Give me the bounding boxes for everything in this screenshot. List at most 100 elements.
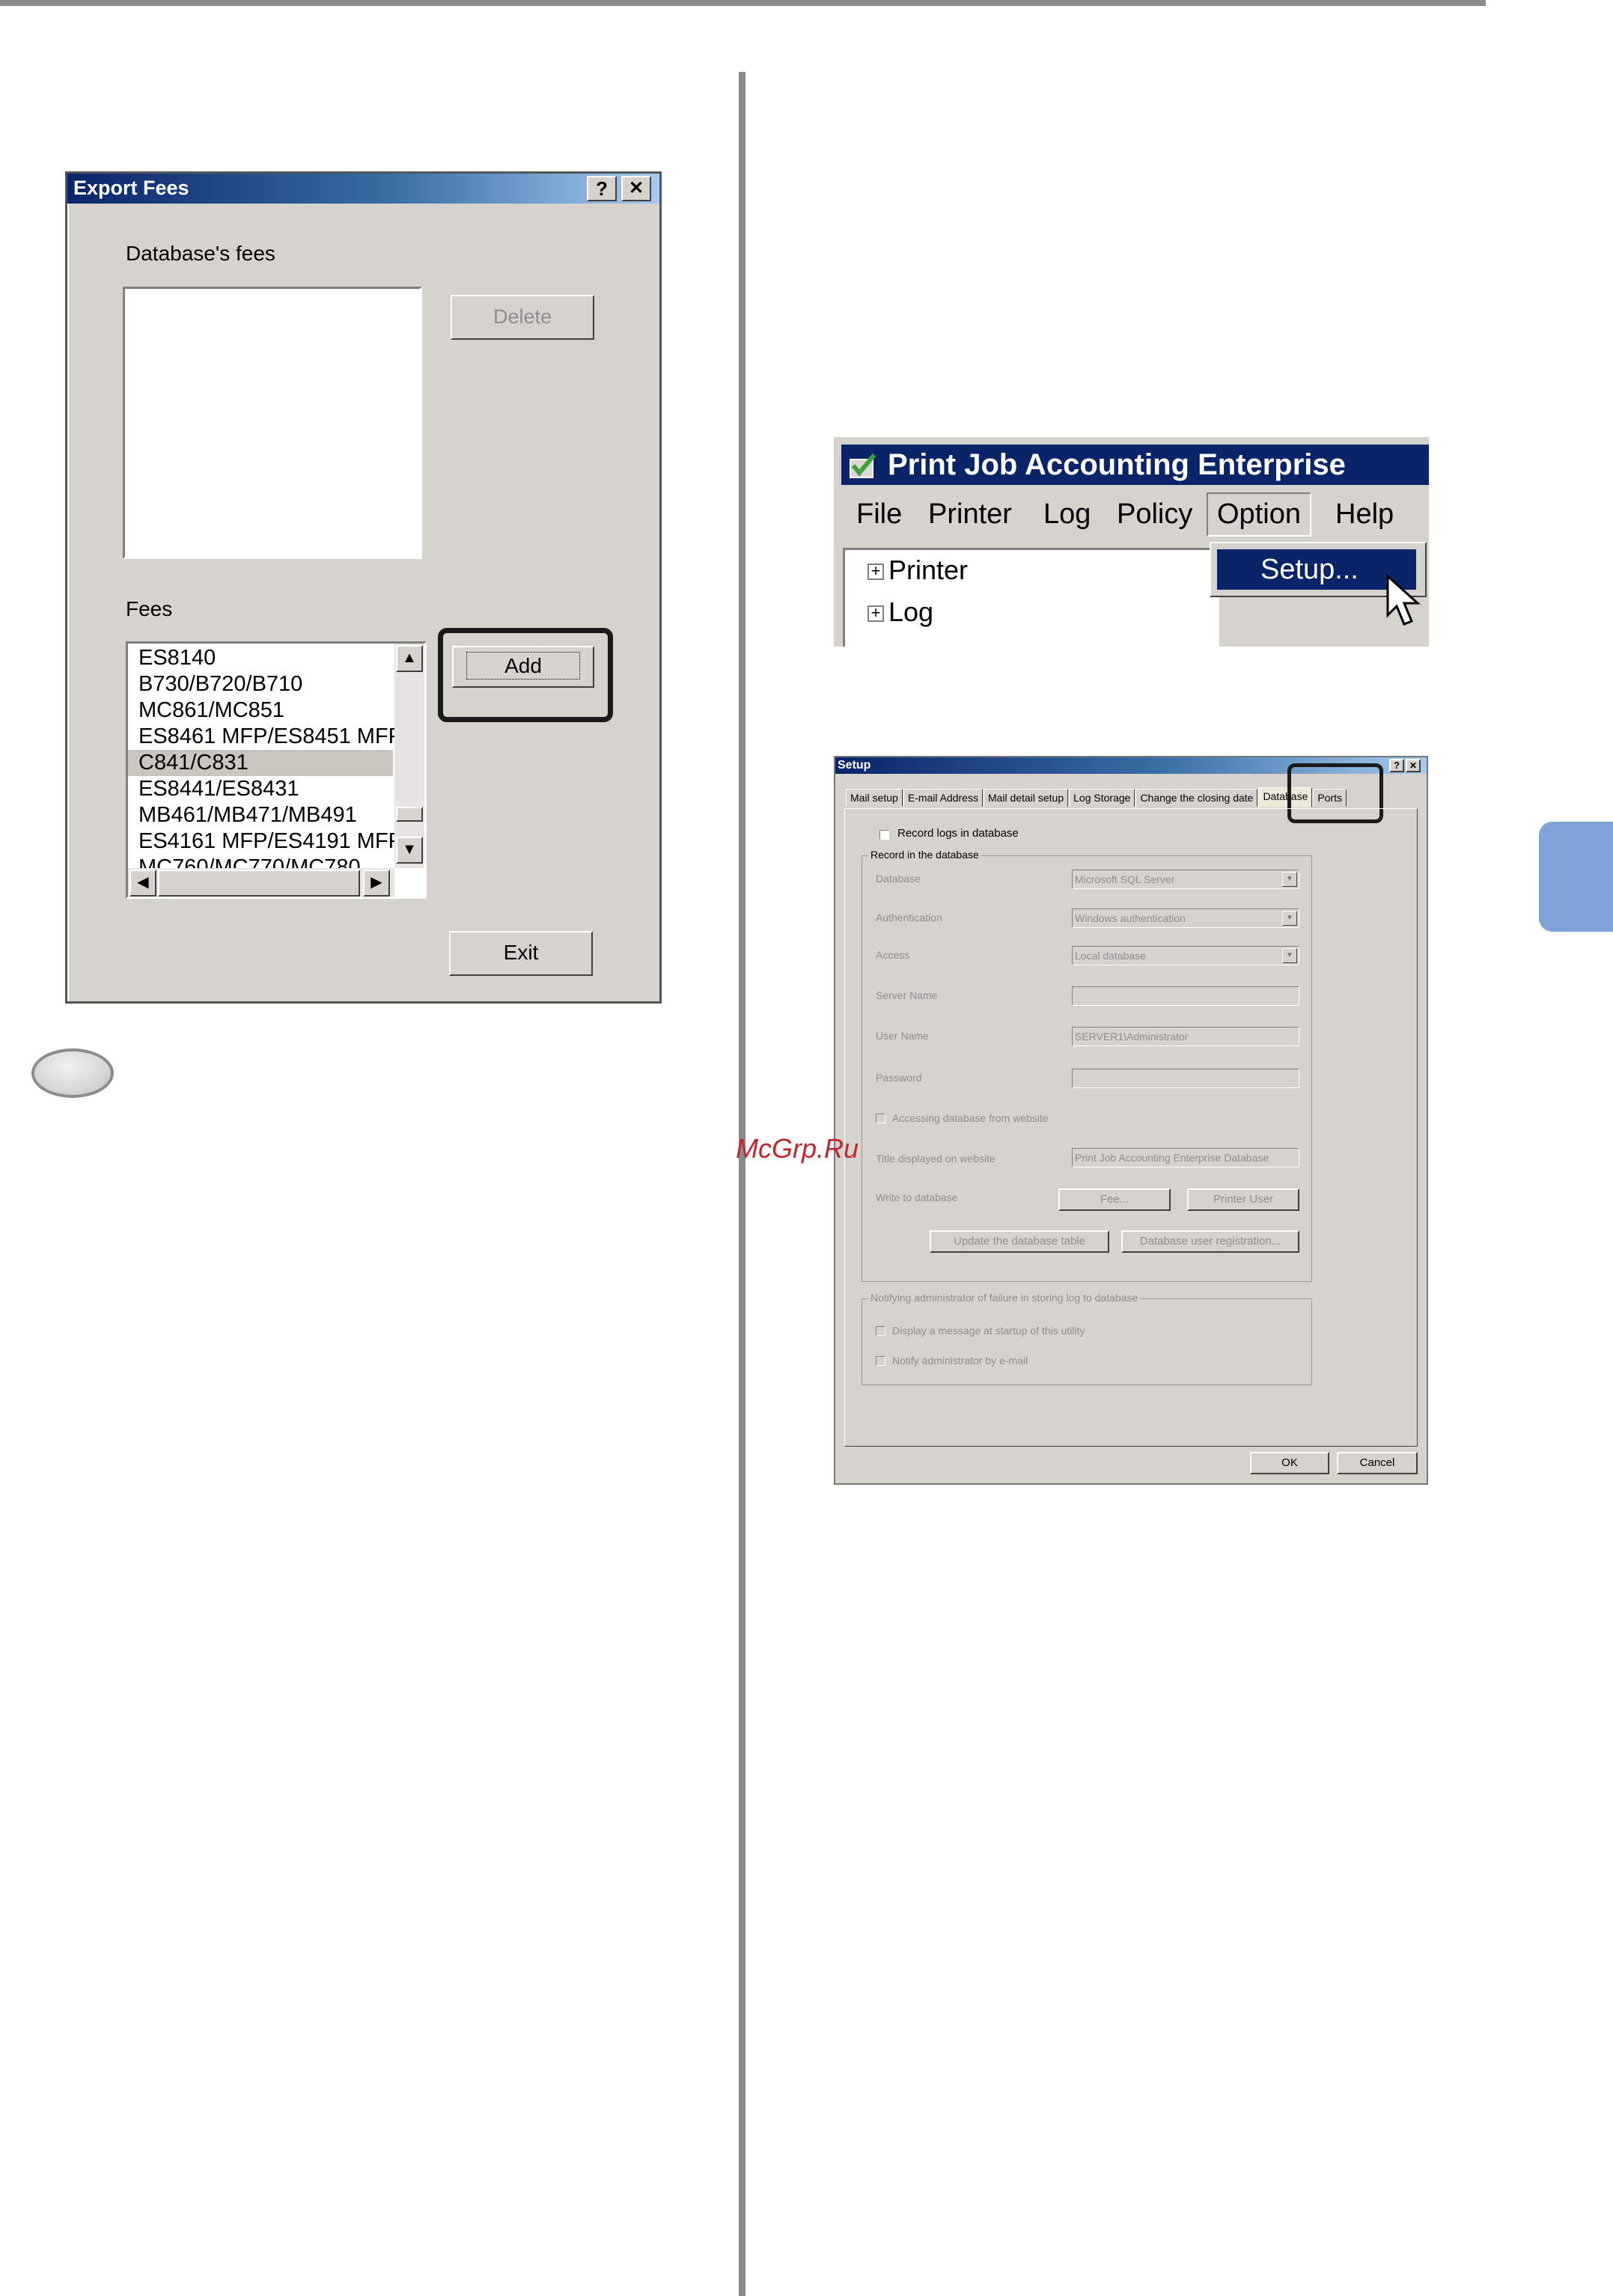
menu-log[interactable]: Log — [1043, 498, 1091, 531]
pja-title: Print Job Accounting Enterprise — [888, 448, 1346, 481]
tab-log-storage[interactable]: Log Storage — [1069, 789, 1135, 807]
export-fees-titlebar: Export Fees ? ✕ — [67, 174, 659, 204]
export-fees-title: Export Fees — [73, 177, 189, 199]
title-website-label: Title displayed on website — [876, 1152, 995, 1164]
database-fees-label: Database's fees — [126, 242, 275, 265]
chevron-down-icon[interactable]: ▼ — [1282, 911, 1297, 926]
combo-field[interactable]: Local database ▼ — [1072, 946, 1299, 965]
scroll-left-arrow-icon[interactable]: ◀ — [129, 870, 156, 897]
menu-help[interactable]: Help — [1335, 498, 1394, 531]
note-oval-icon — [31, 1048, 114, 1098]
menu-file[interactable]: File — [856, 498, 902, 531]
field-label: Server Name — [876, 989, 938, 1001]
chapter-side-tab — [1539, 822, 1613, 932]
database-tab-panel: Record logs in database Record in the da… — [844, 808, 1418, 1447]
list-item[interactable]: ES4161 MFP/ES4191 MFP — [128, 828, 403, 855]
list-item[interactable]: ES8461 MFP/ES8451 MFP — [128, 724, 403, 750]
text-field[interactable] — [1072, 1069, 1299, 1088]
scroll-right-arrow-icon[interactable]: ▶ — [363, 870, 390, 897]
hscroll-thumb[interactable] — [158, 870, 360, 897]
pja-tree: + Printer + Log — [843, 548, 1219, 647]
fees-list-hscroll[interactable]: ◀ ▶ — [128, 868, 394, 897]
list-item[interactable]: ES8140 — [128, 645, 393, 671]
close-icon[interactable]: ✕ — [621, 176, 651, 201]
pja-titlebar: Print Job Accounting Enterprise — [841, 445, 1429, 485]
display-message-checkbox[interactable] — [876, 1326, 885, 1336]
fee-button[interactable]: Fee... — [1058, 1188, 1171, 1211]
field-label: Database — [876, 873, 921, 885]
field-label: Authentication — [876, 912, 942, 923]
list-item[interactable]: C841/C831 — [128, 750, 393, 776]
accessing-website-label: Accessing database from website — [892, 1112, 1049, 1124]
chevron-down-icon[interactable]: ▼ — [1282, 948, 1297, 963]
chevron-down-icon[interactable]: ▼ — [1282, 872, 1297, 887]
expand-icon[interactable]: + — [868, 605, 884, 623]
mouse-cursor-icon — [1386, 573, 1421, 626]
tree-item-printer[interactable]: + Printer — [868, 555, 968, 586]
combo-field[interactable]: Windows authentication ▼ — [1072, 909, 1299, 928]
db-user-registration-button[interactable]: Database user registration... — [1121, 1230, 1299, 1253]
app-logo-icon — [847, 451, 877, 479]
menu-option-label: Option — [1217, 498, 1301, 530]
menu-policy[interactable]: Policy — [1117, 498, 1192, 531]
fees-label: Fees — [126, 597, 173, 620]
record-group: Record in the database Database Microsoft… — [862, 849, 1312, 1282]
text-field[interactable] — [1072, 986, 1299, 1006]
tab-mail-setup[interactable]: Mail setup — [846, 789, 903, 807]
notify-email-checkbox[interactable] — [876, 1356, 885, 1366]
close-icon[interactable]: ✕ — [1406, 759, 1421, 772]
fees-list[interactable]: ES8140 B730/B720/B710 MC861/MC851 ES8461 MF… — [126, 641, 427, 899]
menu-option[interactable]: Option — [1207, 492, 1311, 537]
text-field[interactable]: SERVER1\Administrator — [1072, 1027, 1299, 1046]
field-label: User Name — [876, 1030, 929, 1042]
tab-closing-date[interactable]: Change the closing date — [1135, 789, 1258, 807]
title-website-field[interactable]: Print Job Accounting Enterprise Database — [1072, 1148, 1299, 1167]
field-value: Windows authentication — [1075, 912, 1186, 924]
add-highlight-box — [438, 628, 613, 722]
field-value: Microsoft SQL Server — [1075, 873, 1175, 885]
ok-button[interactable]: OK — [1250, 1452, 1329, 1474]
top-rule — [0, 0, 1486, 6]
setup-dialog: Setup ? ✕ Mail setup E-mail Address Mail… — [834, 756, 1428, 1485]
pja-window: Print Job Accounting Enterprise File Pri… — [834, 437, 1429, 647]
field-label: Password — [876, 1072, 922, 1084]
column-divider — [739, 72, 745, 2296]
fees-list-vscroll[interactable]: ▲ ▼ — [394, 644, 424, 868]
printer-user-button[interactable]: Printer User — [1187, 1188, 1299, 1211]
delete-button[interactable]: Delete — [451, 295, 594, 340]
update-table-button[interactable]: Update the database table — [930, 1230, 1109, 1253]
display-message-label: Display a message at startup of this uti… — [892, 1325, 1085, 1337]
setup-title: Setup — [838, 759, 871, 772]
notify-group: Notifying administrator of failure in st… — [862, 1292, 1312, 1385]
list-item[interactable]: MC861/MC851 — [128, 697, 393, 724]
combo-field[interactable]: Microsoft SQL Server ▼ — [1072, 870, 1299, 889]
export-fees-dialog: Export Fees ? ✕ Database's fees Delete F… — [65, 171, 662, 1004]
field-label: Access — [876, 949, 910, 961]
help-icon[interactable]: ? — [587, 176, 617, 201]
tab-email-address[interactable]: E-mail Address — [903, 789, 983, 807]
scroll-down-arrow-icon[interactable]: ▼ — [396, 837, 423, 864]
cancel-button[interactable]: Cancel — [1337, 1452, 1418, 1474]
exit-button[interactable]: Exit — [449, 931, 593, 976]
field-value: SERVER1\Administrator — [1075, 1031, 1189, 1042]
list-item[interactable]: MB461/MB471/MB491 — [128, 802, 393, 828]
record-logs-checkbox[interactable] — [879, 830, 889, 840]
expand-icon[interactable]: + — [868, 563, 884, 581]
scroll-thumb[interactable] — [396, 807, 423, 822]
tree-item-log[interactable]: + Log — [868, 596, 933, 628]
tab-mail-detail-setup[interactable]: Mail detail setup — [983, 789, 1069, 807]
accessing-website-checkbox[interactable] — [876, 1114, 885, 1123]
record-group-title: Record in the database — [868, 849, 981, 861]
help-icon[interactable]: ? — [1389, 759, 1404, 772]
database-fees-list[interactable] — [123, 287, 422, 559]
list-item[interactable]: ES8441/ES8431 — [128, 776, 393, 802]
menu-printer[interactable]: Printer — [928, 498, 1012, 531]
field-value: Local database — [1075, 950, 1146, 962]
write-to-db-label: Write to database — [876, 1191, 958, 1203]
setup-tabs: Mail setup E-mail Address Mail detail se… — [846, 787, 1347, 807]
scroll-up-arrow-icon[interactable]: ▲ — [396, 645, 423, 672]
notify-email-label: Notify administrator by e-mail — [892, 1355, 1028, 1367]
record-logs-label: Record logs in database — [897, 827, 1019, 840]
list-item[interactable]: B730/B720/B710 — [128, 671, 393, 697]
notify-group-title: Notifying administrator of failure in st… — [868, 1292, 1141, 1304]
